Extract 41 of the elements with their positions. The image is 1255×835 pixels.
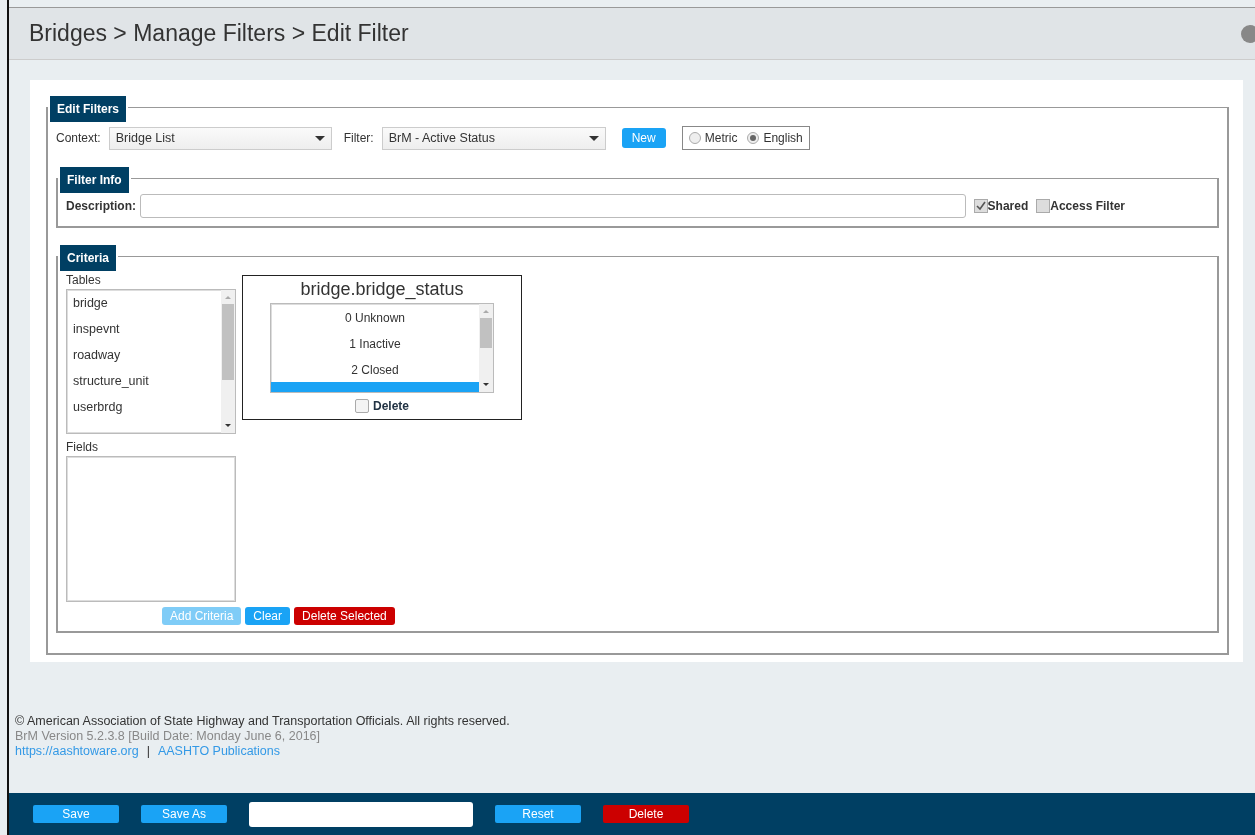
field-label: Description: [66,198,136,215]
tables-listbox[interactable]: bridge inspevnt roadway structure_unit userbrdg [66,289,236,434]
scrollbar[interactable] [221,290,235,433]
check-icon [975,201,986,211]
version-text: BrM Version 5.2.3.8 [Build Date: Monday June 6, 2016] [15,729,322,744]
section-legend: Criteria [58,245,119,271]
toolbar-button[interactable]: Delete [603,805,689,823]
list-label: Tables [66,272,102,289]
action-button[interactable]: Delete Selected [294,607,395,625]
description-field[interactable] [140,194,966,218]
delete-checkbox[interactable]: Delete [270,397,494,415]
list-item[interactable]: inspevnt [67,316,221,342]
option-checkbox[interactable]: Shared [973,197,1029,215]
list-item[interactable]: 0 Unknown [271,304,479,330]
list-item[interactable]: bridge [67,290,221,316]
caret-icon [314,135,325,141]
fields-listbox[interactable] [66,456,236,602]
field-label: Filter: [343,130,374,147]
copyright-text: © American Association of State Highway and Transportation Officials. All rights reserved. [15,714,511,729]
field-label: Context: [56,130,101,147]
caret-icon [588,135,599,141]
scrollbar[interactable] [479,304,493,392]
list-item[interactable]: 1 Inactive [271,330,479,356]
section-legend: Filter Info [58,167,131,193]
unit-radio[interactable]: Metric [688,129,738,147]
option-checkbox[interactable]: Access Filter [1036,197,1125,215]
separator: | [146,744,150,759]
unit-radio[interactable]: English [747,129,803,147]
name-field[interactable] [249,801,473,827]
breadcrumb: Bridges > Manage Filters > Edit Filter [29,19,409,49]
list-item[interactable]: roadway [67,342,221,368]
list-item[interactable]: structure_unit [67,368,221,394]
filter-dropdown[interactable]: BrM - Active Status [381,126,606,150]
list-label: Fields [66,439,99,456]
criterion-title: bridge.bridge_status [299,278,465,300]
context-dropdown[interactable]: Bridge List [108,126,332,150]
section-legend: Edit Filters [48,96,128,122]
help-icon[interactable] [1241,24,1255,43]
list-item[interactable]: 2 Closed [271,356,479,382]
list-item[interactable]: userbrdg [67,394,221,420]
values-listbox[interactable]: 0 Unknown 1 Inactive 2 Closed [270,303,494,393]
